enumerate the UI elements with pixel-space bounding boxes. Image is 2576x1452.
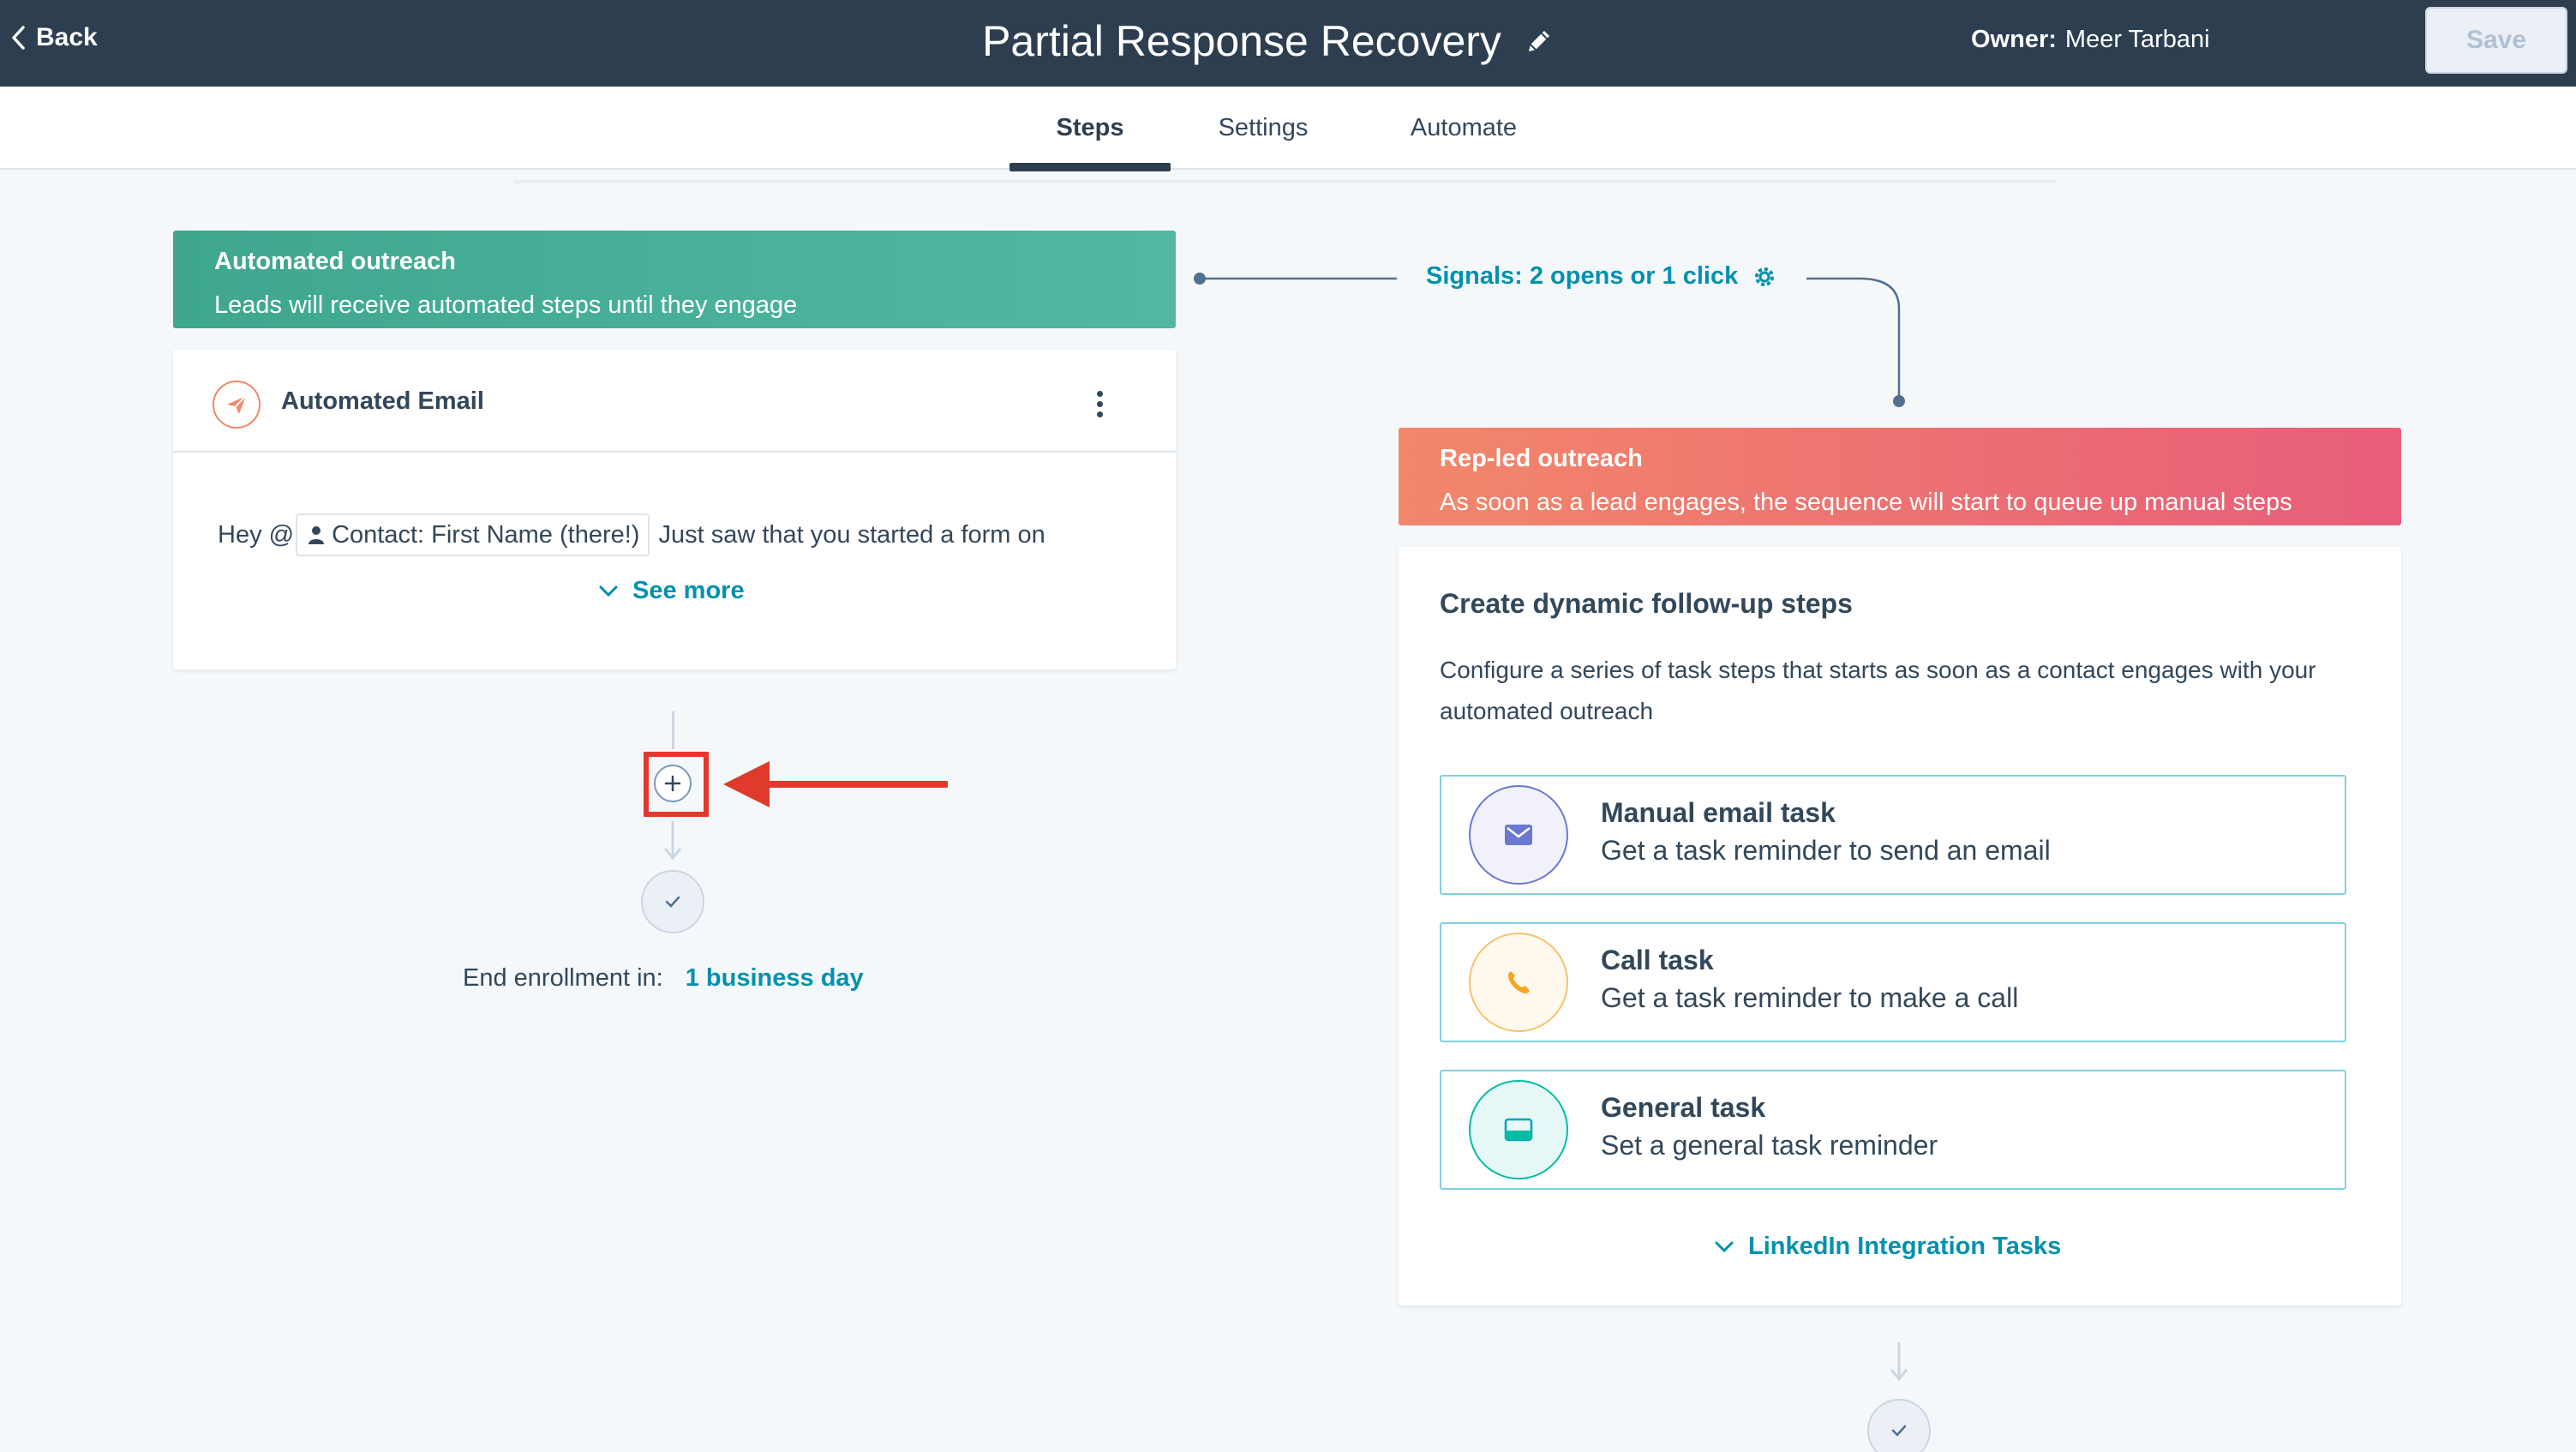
call-task-title: Call task — [1601, 945, 1714, 975]
rep-led-outreach-description: As soon as a lead engages, the sequence … — [1440, 489, 2292, 516]
signals-label: Signals: 2 opens or 1 click — [1426, 262, 1739, 290]
see-more-label: See more — [632, 577, 745, 604]
manual-email-task-description: Get a task reminder to send an email — [1601, 835, 2051, 866]
chevron-down-icon — [1715, 1241, 1734, 1252]
linkedin-tasks-label: LinkedIn Integration Tasks — [1748, 1233, 2062, 1260]
contact-token-label: Contact: First Name (there!) — [332, 520, 640, 549]
automated-email-step-card[interactable]: Automated Email Hey @ Contact: First Nam… — [173, 350, 1176, 669]
page-title-area: Partial Response Recovery — [943, 9, 1594, 74]
chevron-down-icon — [599, 585, 618, 597]
call-task-description: Get a task reminder to make a call — [1601, 982, 2019, 1013]
general-task-description: Set a general task reminder — [1601, 1130, 1938, 1161]
connector-line — [672, 711, 674, 749]
end-enrollment-value[interactable]: 1 business day — [686, 964, 864, 993]
checkmark-icon — [1891, 1425, 1907, 1437]
end-enrollment-marker — [641, 870, 704, 933]
page-title: Partial Response Recovery — [982, 17, 1501, 65]
tab-steps[interactable]: Steps — [1009, 87, 1171, 170]
dynamic-steps-title: Create dynamic follow-up steps — [1440, 588, 1853, 619]
down-arrow-icon — [663, 821, 682, 861]
tab-bar: Steps Settings Automate — [0, 87, 2576, 170]
end-sequence-marker — [1867, 1399, 1931, 1452]
owner-info: Owner: Meer Tarbani — [1971, 22, 2210, 57]
see-more-link[interactable]: See more — [598, 577, 745, 605]
divider — [514, 180, 2057, 183]
tab-settings[interactable]: Settings — [1191, 87, 1335, 170]
task-icon — [1469, 1080, 1568, 1179]
down-arrow-icon — [1890, 1342, 1908, 1382]
dynamic-follow-up-card: Create dynamic follow-up steps Configure… — [1399, 547, 2401, 1305]
paper-plane-icon — [213, 381, 261, 429]
tab-automate[interactable]: Automate — [1388, 87, 1539, 170]
more-options-icon[interactable] — [1085, 382, 1114, 425]
envelope-icon — [1469, 785, 1568, 885]
chevron-left-icon — [12, 26, 25, 50]
general-task-title: General task — [1601, 1092, 1766, 1123]
manual-email-task-title: Manual email task — [1601, 797, 1836, 828]
linkedin-integration-tasks-toggle[interactable]: LinkedIn Integration Tasks — [1714, 1233, 2061, 1261]
back-button[interactable]: Back — [10, 19, 98, 57]
contact-token: Contact: First Name (there!) — [296, 513, 650, 556]
email-step-header: Automated Email — [173, 350, 1176, 453]
email-body-suffix: Just saw that you started a form on — [658, 520, 1045, 549]
checkmark-icon — [665, 896, 680, 908]
dynamic-steps-description: Configure a series of task steps that st… — [1440, 657, 2316, 724]
call-task-option[interactable]: Call task Get a task reminder to make a … — [1440, 922, 2346, 1042]
person-icon — [309, 526, 325, 544]
end-enrollment-label: End enrollment in: — [463, 964, 663, 992]
end-enrollment: End enrollment in: 1 business day — [463, 964, 864, 993]
signals-setting[interactable]: Signals: 2 opens or 1 click — [1426, 262, 1777, 291]
owner-name: Meer Tarbani — [2064, 25, 2210, 53]
automated-outreach-title: Automated outreach — [214, 248, 456, 275]
manual-email-task-option[interactable]: Manual email task Get a task reminder to… — [1440, 775, 2346, 895]
email-step-title: Automated Email — [281, 387, 484, 415]
gear-icon — [1755, 267, 1775, 286]
general-task-option[interactable]: General task Set a general task reminder — [1440, 1070, 2346, 1190]
automated-outreach-banner: Automated outreach Leads will receive au… — [173, 231, 1176, 328]
email-preview: Hey @ Contact: First Name (there!) Just … — [218, 509, 1143, 561]
phone-icon — [1469, 933, 1568, 1032]
owner-label: Owner: — [1971, 25, 2057, 53]
rep-led-outreach-title: Rep-led outreach — [1440, 445, 1643, 472]
rep-led-outreach-banner: Rep-led outreach As soon as a lead engag… — [1399, 428, 2401, 525]
top-navigation-bar: Back Partial Response Recovery Owner: Me… — [0, 0, 2576, 87]
red-arrow-annotation — [723, 761, 948, 807]
pencil-icon[interactable] — [1524, 26, 1555, 57]
email-body-prefix: Hey @ — [218, 520, 295, 549]
active-tab-indicator — [1009, 163, 1171, 171]
back-label: Back — [36, 23, 98, 51]
automated-outreach-description: Leads will receive automated steps until… — [214, 291, 798, 319]
highlight-annotation-box — [644, 752, 709, 817]
save-button[interactable]: Save — [2425, 7, 2567, 74]
